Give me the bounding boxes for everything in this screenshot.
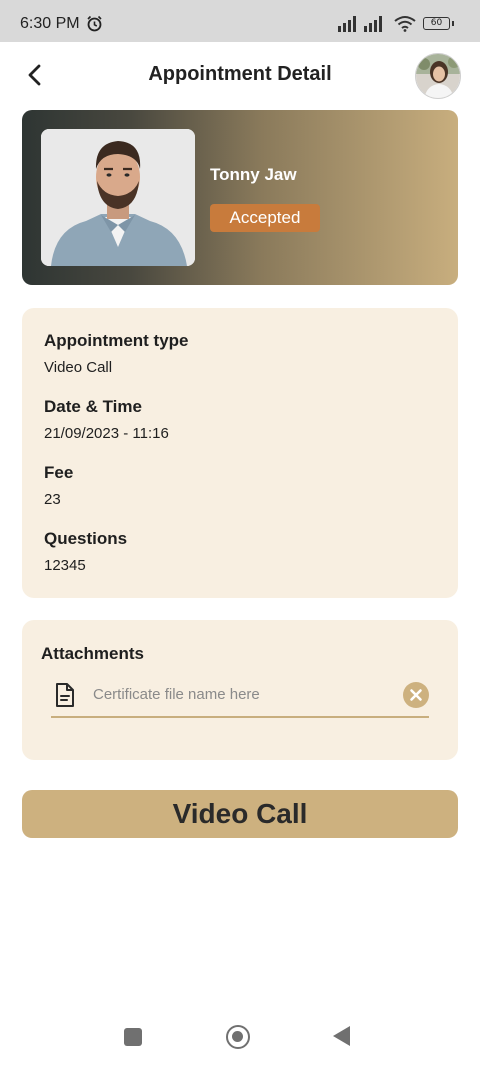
battery-icon: 60 [423,17,454,30]
fee-label: Fee [44,463,74,482]
close-icon [410,689,422,701]
appointment-details-card: Appointment type Video Call Date & Time … [22,308,458,598]
appointment-type-label: Appointment type [44,331,189,350]
status-bar: 6:30 PM 60 [0,0,480,42]
signal-icon [364,16,382,32]
home-button[interactable] [226,1025,250,1049]
wifi-icon [394,16,416,32]
alarm-icon [87,15,102,32]
avatar[interactable] [415,53,461,99]
profile-image [41,129,195,266]
system-back-button[interactable] [333,1026,350,1046]
status-badge: Accepted [210,204,320,232]
video-call-button[interactable]: Video Call [22,790,458,838]
avatar-image [416,54,460,98]
fee-value: 23 [44,491,61,508]
document-icon [56,683,74,707]
profile-name: Tonny Jaw [210,165,297,184]
profile-photo [41,129,195,266]
datetime-label: Date & Time [44,397,142,416]
profile-card: Tonny Jaw Accepted [22,110,458,285]
signal-icon [338,16,356,32]
questions-value: 12345 [44,557,86,574]
attachment-file-name: Certificate file name here [93,686,260,703]
attachments-card: Attachments Certificate file name here [22,620,458,760]
status-time: 6:30 PM [20,15,80,32]
page-title: Appointment Detail [148,63,332,85]
recent-apps-button[interactable] [124,1028,142,1046]
attachment-file-row[interactable]: Certificate file name here [51,678,429,718]
datetime-value: 21/09/2023 - 11:16 [44,425,169,442]
appointment-type-value: Video Call [44,359,113,376]
questions-label: Questions [44,529,128,548]
close-circle-icon[interactable] [403,682,429,708]
attachments-title: Attachments [41,644,144,663]
